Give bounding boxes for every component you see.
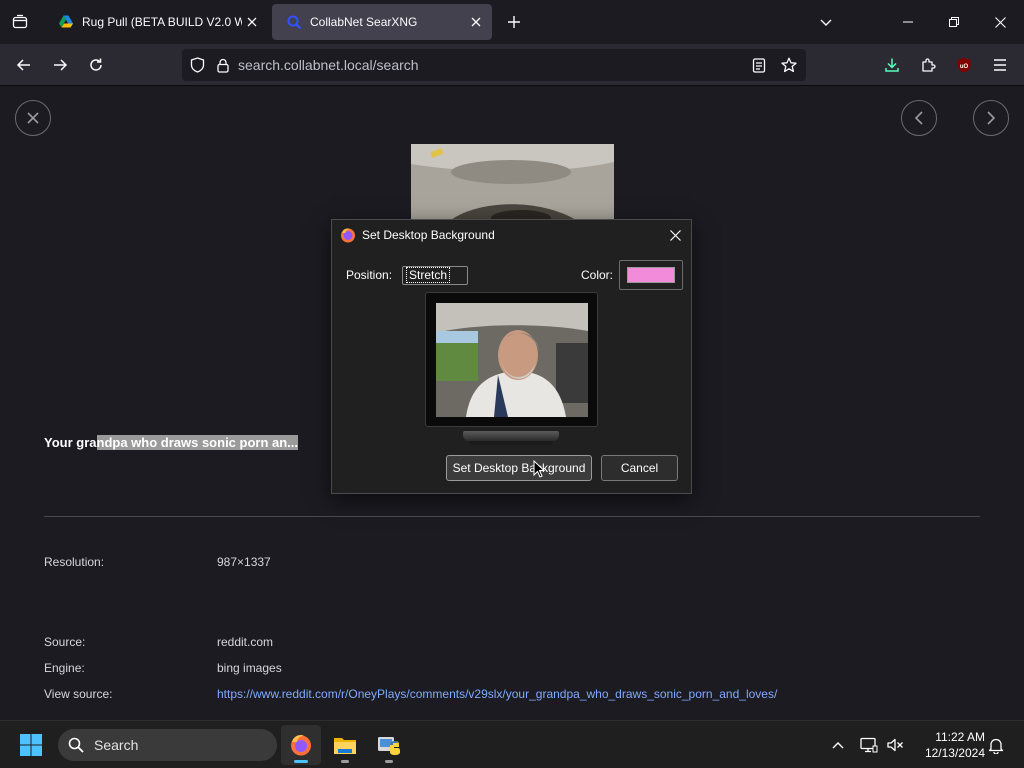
dialog-close-icon[interactable]	[665, 225, 685, 245]
windows-start-icon[interactable]	[19, 733, 43, 757]
clock-time: 11:22 AM	[935, 730, 985, 744]
new-tab-icon[interactable]	[502, 10, 526, 34]
address-bar[interactable]: search.collabnet.local/search	[182, 49, 806, 81]
tab-title: Rug Pull (BETA BUILD V2.0 WIP)	[82, 15, 242, 29]
dialog-title: Set Desktop Background	[362, 228, 495, 242]
monitor-stand	[463, 431, 559, 441]
active-app-indicator	[294, 760, 308, 763]
tab-bar: Rug Pull (BETA BUILD V2.0 WIP) CollabNet…	[0, 0, 1024, 44]
clock-date: 12/13/2024	[924, 746, 985, 760]
firefox-icon	[291, 735, 311, 756]
volume-muted-icon[interactable]	[883, 733, 907, 757]
view-source-link[interactable]: https://www.reddit.com/r/OneyPlays/comme…	[217, 687, 777, 701]
notification-bell-icon[interactable]	[984, 733, 1008, 757]
search-icon	[68, 737, 84, 753]
hamburger-menu-icon[interactable]	[986, 51, 1014, 79]
taskbar-search-box[interactable]: Search	[58, 729, 277, 761]
downloads-icon[interactable]	[878, 51, 906, 79]
minimize-window-icon[interactable]	[885, 0, 931, 44]
set-desktop-background-button[interactable]: Set Desktop Background	[446, 455, 592, 481]
restore-window-icon[interactable]	[931, 0, 977, 44]
extensions-puzzle-icon[interactable]	[914, 51, 942, 79]
background-preview-image	[436, 303, 588, 417]
monitor-bezel	[425, 292, 598, 427]
python-app-icon	[378, 737, 400, 755]
close-detail-icon[interactable]	[15, 100, 51, 136]
mouse-cursor-icon	[533, 460, 545, 478]
url-host: search.collabnet.local	[238, 57, 373, 73]
firefox-icon	[341, 228, 355, 243]
searxng-favicon-icon	[287, 15, 302, 30]
result-title-text: Your gra	[44, 435, 97, 450]
view-source-label: View source:	[44, 687, 113, 701]
url-path: /search	[372, 57, 419, 73]
tab-close-icon[interactable]	[466, 12, 486, 32]
list-all-tabs-icon[interactable]	[814, 10, 838, 34]
close-window-icon[interactable]	[977, 0, 1023, 44]
windows-taskbar: Search 11:22 AM 12/13/2024	[0, 720, 1024, 768]
lock-icon[interactable]	[212, 50, 234, 80]
engine-value: bing images	[217, 661, 282, 675]
cancel-button[interactable]: Cancel	[601, 455, 678, 481]
engine-label: Engine:	[44, 661, 85, 675]
navigation-toolbar: search.collabnet.local/search uO	[0, 44, 1024, 86]
resolution-label: Resolution:	[44, 555, 105, 569]
svg-text:uO: uO	[960, 64, 969, 70]
position-selected-value: Stretch	[406, 267, 451, 283]
taskbar-firefox-app[interactable]	[281, 725, 321, 765]
taskbar-python-app[interactable]	[369, 725, 409, 765]
color-picker-button[interactable]	[619, 260, 683, 290]
result-title[interactable]: Your grandpa who draws sonic porn an...	[44, 435, 299, 450]
taskbar-file-explorer-app[interactable]	[325, 725, 365, 765]
open-app-indicator	[341, 760, 349, 763]
tab-list-icon[interactable]	[8, 10, 32, 34]
bookmark-star-icon[interactable]	[774, 50, 804, 80]
tab-close-icon[interactable]	[242, 12, 262, 32]
monitor-preview	[425, 292, 598, 446]
resolution-value: 987×1337	[217, 555, 271, 569]
monitor-base	[469, 441, 553, 445]
back-arrow-icon[interactable]	[10, 51, 38, 79]
tab-title: CollabNet SearXNG	[310, 15, 418, 29]
position-dropdown[interactable]: Stretch	[402, 266, 468, 285]
forward-arrow-icon[interactable]	[46, 51, 74, 79]
result-title-selected-text: ndpa who draws sonic porn an...	[96, 435, 299, 450]
position-label: Position:	[346, 268, 393, 282]
reload-icon[interactable]	[82, 51, 110, 79]
source-label: Source:	[44, 635, 86, 649]
color-label: Color:	[581, 268, 614, 282]
source-value: reddit.com	[217, 635, 274, 649]
taskbar-search-placeholder: Search	[94, 737, 139, 753]
tab-collabnet-searxng[interactable]: CollabNet SearXNG	[272, 4, 492, 40]
display-monitor-icon[interactable]	[857, 733, 881, 757]
ublock-origin-icon[interactable]: uO	[950, 51, 978, 79]
divider	[44, 516, 980, 517]
file-explorer-folder-icon	[334, 738, 356, 754]
set-desktop-background-dialog: Set Desktop Background Position: Stretch…	[331, 219, 692, 494]
taskbar-clock[interactable]: 11:22 AM 12/13/2024	[915, 729, 985, 761]
show-hidden-icons-chevron-up-icon[interactable]	[826, 733, 850, 757]
tracking-protection-shield-icon[interactable]	[182, 50, 212, 80]
reader-view-icon[interactable]	[744, 50, 774, 80]
next-result-icon[interactable]	[973, 100, 1009, 136]
previous-result-icon[interactable]	[901, 100, 937, 136]
tab-rug-pull[interactable]: Rug Pull (BETA BUILD V2.0 WIP)	[44, 4, 268, 40]
open-app-indicator	[385, 760, 393, 763]
url-text[interactable]: search.collabnet.local/search	[238, 57, 744, 73]
color-swatch	[627, 267, 675, 283]
drive-favicon-icon	[59, 15, 73, 28]
result-image-preview[interactable]	[411, 144, 614, 220]
